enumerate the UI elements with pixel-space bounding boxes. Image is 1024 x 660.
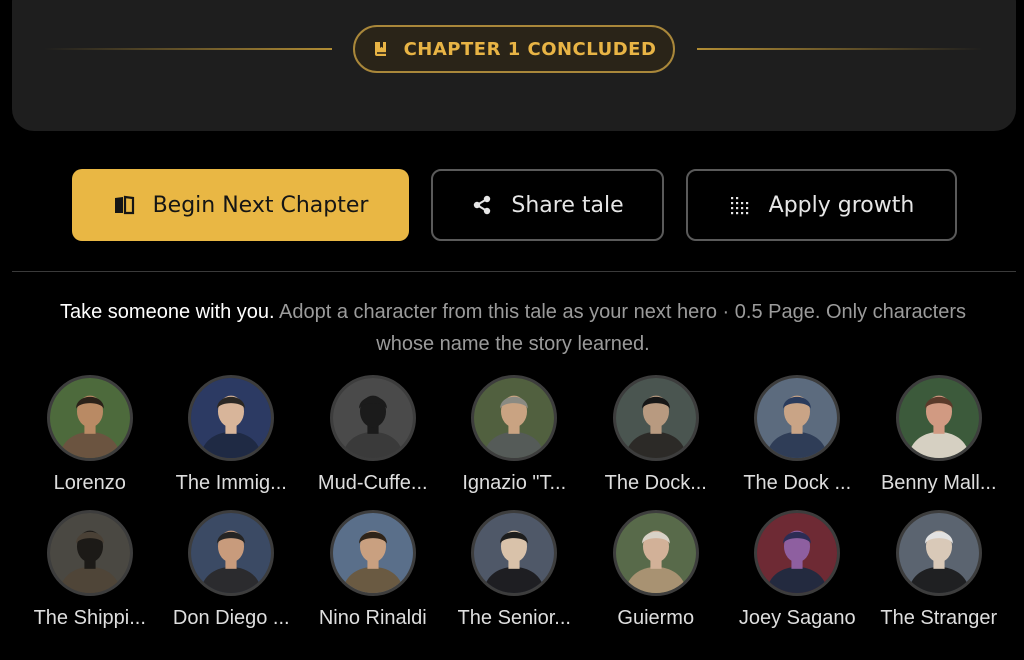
character-portrait: [46, 375, 133, 461]
character-option[interactable]: Benny Mall...: [868, 375, 1010, 495]
character-name: The Immig...: [175, 472, 287, 494]
chapter-end-screen: CHAPTER 1 CONCLUDED Begin Next Chapter S…: [0, 0, 1024, 660]
character-name: Benny Mall...: [880, 472, 997, 494]
apply-growth-button[interactable]: Apply growth: [686, 169, 957, 241]
begin-next-chapter-button[interactable]: Begin Next Chapter: [72, 169, 409, 241]
chapter-status-text: CHAPTER 1 CONCLUDED: [403, 38, 657, 60]
character-option[interactable]: Don Diego ...: [161, 510, 303, 630]
begin-next-chapter-label: Begin Next Chapter: [152, 192, 369, 218]
character-name: Joey Sagano: [738, 607, 856, 629]
dots-grid-icon: [729, 194, 751, 216]
apply-growth-label: Apply growth: [768, 192, 915, 218]
character-name: Nino Rinaldi: [318, 607, 427, 629]
character-portrait: [46, 510, 133, 596]
character-option[interactable]: Mud-Cuffe...: [302, 375, 444, 495]
character-name: The Dock...: [604, 472, 707, 494]
share-tale-button[interactable]: Share tale: [431, 169, 664, 241]
character-option[interactable]: Lorenzo: [19, 375, 161, 495]
character-portrait: [895, 510, 982, 596]
character-portrait: [329, 510, 416, 596]
open-book-icon: [113, 194, 135, 216]
character-portrait: [471, 375, 558, 461]
chapter-status-badge: CHAPTER 1 CONCLUDED: [353, 25, 675, 73]
character-name: Ignazio "T...: [462, 472, 567, 494]
character-name: The Dock ...: [743, 472, 852, 494]
character-name: The Stranger: [880, 607, 998, 629]
divider-rule-left: [44, 48, 332, 50]
adopt-instructions: Take someone with you. Adopt a character…: [30, 296, 996, 360]
book-icon: [372, 40, 390, 58]
character-grid: Lorenzo The Immig... Mud-Cuffe... Ignazio "…: [19, 375, 1019, 630]
adopt-body: Adopt a character from this tale as your…: [274, 301, 967, 355]
character-portrait: [612, 510, 699, 596]
adopt-lead: Take someone with you.: [59, 301, 275, 323]
character-name: Don Diego ...: [172, 607, 290, 629]
section-divider: [12, 271, 1016, 272]
character-portrait: [895, 375, 982, 461]
character-option[interactable]: Joey Sagano: [727, 510, 869, 630]
character-portrait: [754, 510, 841, 596]
character-portrait: [612, 375, 699, 461]
character-name: Guiermo: [617, 607, 695, 629]
character-option[interactable]: The Dock ...: [727, 375, 869, 495]
character-portrait: [188, 375, 275, 461]
character-option[interactable]: Ignazio "T...: [444, 375, 586, 495]
character-name: The Senior...: [457, 607, 571, 629]
share-tale-label: Share tale: [511, 192, 624, 218]
character-option[interactable]: The Senior...: [444, 510, 586, 630]
character-option[interactable]: The Dock...: [585, 375, 727, 495]
character-portrait: [188, 510, 275, 596]
character-name: The Shippi...: [33, 607, 146, 629]
share-icon: [471, 194, 493, 216]
character-option[interactable]: The Immig...: [161, 375, 303, 495]
character-name: Lorenzo: [53, 472, 126, 494]
character-option[interactable]: Guiermo: [585, 510, 727, 630]
character-portrait: [329, 375, 416, 461]
character-option[interactable]: The Shippi...: [19, 510, 161, 630]
character-name: Mud-Cuffe...: [317, 472, 428, 494]
character-option[interactable]: The Stranger: [868, 510, 1010, 630]
character-option[interactable]: Nino Rinaldi: [302, 510, 444, 630]
divider-rule-right: [697, 48, 983, 50]
character-portrait: [754, 375, 841, 461]
character-portrait: [471, 510, 558, 596]
